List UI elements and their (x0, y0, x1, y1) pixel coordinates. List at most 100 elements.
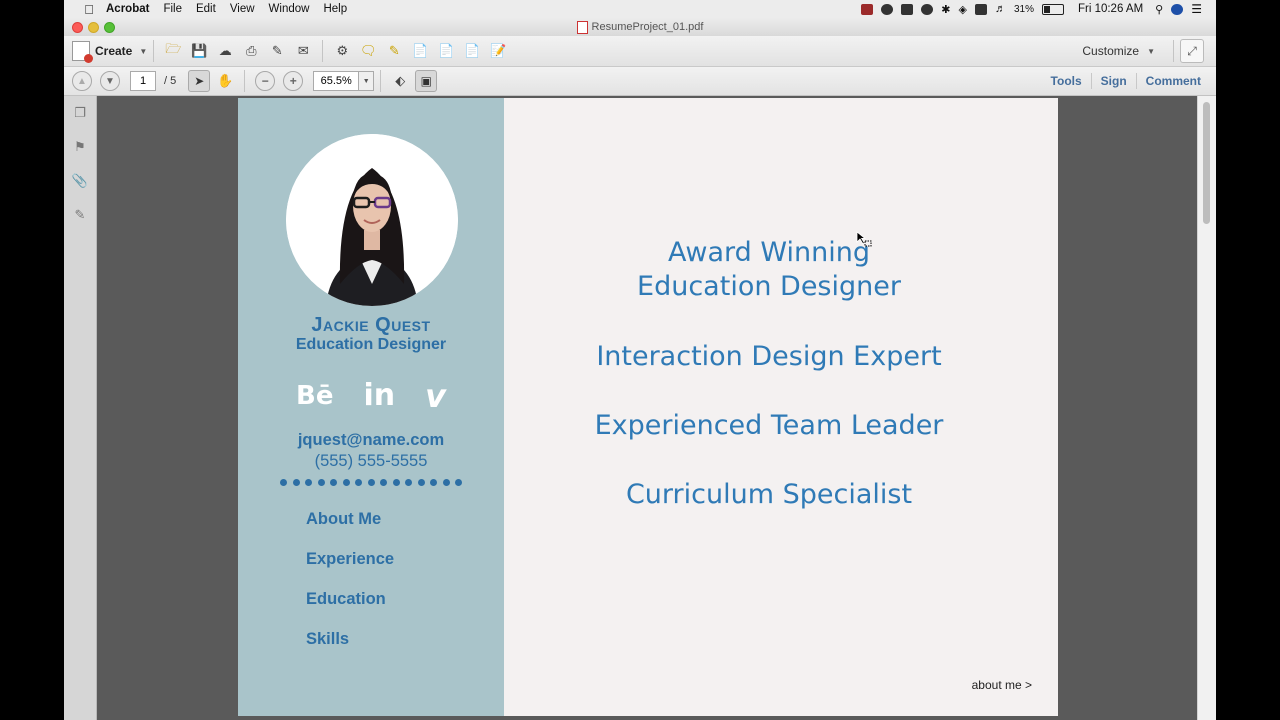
previous-page-icon[interactable]: ▲ (72, 71, 92, 91)
headline-interaction: Interaction Design Expert (596, 341, 942, 372)
chevron-down-icon: ▼ (139, 46, 148, 56)
battery-percent: 31% (1013, 3, 1034, 15)
create-button-label: Create (95, 44, 133, 58)
sign-pane-link[interactable]: Sign (1090, 73, 1136, 89)
menu-view[interactable]: View (230, 3, 255, 15)
toolbar-divider (153, 40, 155, 62)
about-me-link[interactable]: about me > (972, 678, 1032, 692)
select-tool-icon[interactable]: ➤ (188, 70, 211, 92)
title-bar: ResumeProject_01.pdf (64, 18, 1216, 36)
customize-label: Customize (1082, 44, 1140, 58)
zoom-window-button[interactable] (104, 22, 115, 33)
fit-width-icon[interactable]: ⬖ (390, 71, 410, 91)
notification-center-icon[interactable]: ☰ (1191, 2, 1202, 16)
zoom-level-input[interactable]: 65.5% (313, 71, 360, 91)
page-total: / 5 (164, 75, 177, 87)
status-display-icon[interactable] (901, 3, 914, 15)
zoom-in-icon[interactable]: + (283, 71, 304, 91)
fit-page-icon[interactable]: ▣ (415, 70, 438, 92)
signatures-icon[interactable]: ✎ (71, 206, 89, 224)
zoom-out-icon[interactable]: − (255, 71, 276, 91)
vertical-scrollbar[interactable] (1197, 96, 1216, 720)
volume-icon[interactable]: ♬ (995, 3, 1006, 15)
document-viewport[interactable]: Jackie Quest Education Designer Bē in v … (97, 96, 1198, 720)
attachments-icon[interactable]: 📎 (71, 172, 89, 190)
resume-sidebar: Jackie Quest Education Designer Bē in v … (238, 98, 504, 716)
menu-window[interactable]: Window (269, 3, 310, 15)
wifi-icon[interactable]: ◈ (958, 3, 966, 16)
apple-menu-icon[interactable]:  (82, 2, 96, 17)
spotlight-search-icon[interactable]: ⚲ (1155, 3, 1163, 16)
sign-doc-icon[interactable]: 📄 (409, 40, 431, 62)
status-creative-cloud-icon[interactable] (881, 3, 894, 15)
fill-form-icon[interactable]: 📝 (487, 40, 509, 62)
zoom-level-select[interactable]: 65.5% ▼ (313, 71, 375, 91)
expand-view-icon[interactable]: ⤢ (1180, 39, 1204, 63)
menu-edit[interactable]: Edit (196, 3, 216, 15)
menu-file[interactable]: File (163, 3, 182, 15)
page-number-input[interactable]: 1 (130, 71, 156, 91)
export-doc-icon[interactable]: 📄 (461, 40, 483, 62)
toolbar-divider (322, 40, 324, 62)
navigation-panel: ❐ ⚑ 📎 ✎ (64, 96, 97, 720)
tools-pane-link[interactable]: Tools (1042, 73, 1091, 89)
bluetooth-icon[interactable]: ✱ (941, 3, 950, 16)
vimeo-icon[interactable]: v (425, 378, 446, 414)
email-icon[interactable]: ✉ (292, 40, 314, 62)
open-folder-icon[interactable]: 🗁 (162, 40, 184, 62)
comment-pane-link[interactable]: Comment (1135, 73, 1210, 89)
toolbar-divider (380, 70, 382, 92)
page-thumbnails-icon[interactable]: ❐ (71, 104, 89, 122)
print-icon[interactable]: ⎙ (240, 40, 262, 62)
acrobat-window: ResumeProject_01.pdf Create ▼ 🗁 💾 ☁ ⎙ ✎ … (64, 18, 1216, 720)
edit-document-icon[interactable]: ✎ (266, 40, 288, 62)
minimize-window-button[interactable] (88, 22, 99, 33)
customize-dropdown[interactable]: Customize ▼ (1082, 44, 1155, 58)
linkedin-icon[interactable]: in (363, 378, 395, 414)
chevron-down-icon[interactable]: ▼ (359, 71, 375, 91)
protect-doc-icon[interactable]: 📄 (435, 40, 457, 62)
scrollbar-thumb[interactable] (1203, 102, 1210, 224)
headline-team-leader: Experienced Team Leader (594, 410, 944, 441)
next-page-icon[interactable]: ▼ (100, 71, 120, 91)
battery-icon[interactable] (1041, 3, 1064, 15)
time-machine-icon[interactable] (921, 3, 934, 15)
menu-link-skills[interactable]: Skills (306, 628, 394, 668)
toolbar-divider (1173, 40, 1174, 62)
bookmarks-icon[interactable]: ⚑ (71, 138, 89, 156)
save-icon[interactable]: 💾 (188, 40, 210, 62)
resume-content: Award Winning Education Designer Interac… (504, 98, 1058, 716)
status-app-icon[interactable] (861, 3, 874, 15)
toolbar-divider (244, 70, 246, 92)
headline-curriculum: Curriculum Specialist (625, 479, 913, 510)
headline-award: Award Winning Education Designer (504, 236, 1034, 304)
pdf-file-icon (576, 20, 588, 34)
resume-email[interactable]: jquest@name.com (238, 431, 504, 450)
close-window-button[interactable] (72, 22, 83, 33)
menu-bar:  Acrobat File Edit View Window Help ✱ ◈… (64, 0, 1216, 19)
main-toolbar: Create ▼ 🗁 💾 ☁ ⎙ ✎ ✉ ⚙ 🗨 ✎ 📄 📄 📄 📝 Custo… (64, 36, 1216, 67)
resume-phone: (555) 555-5555 (314, 452, 428, 470)
behance-icon[interactable]: Bē (296, 378, 333, 414)
create-pdf-icon (72, 41, 93, 63)
profile-photo (286, 134, 458, 306)
menu-link-about-me[interactable]: About Me (306, 508, 394, 548)
menu-help[interactable]: Help (323, 3, 347, 15)
headline-award-line2: Education Designer (637, 271, 901, 302)
menu-app-name[interactable]: Acrobat (106, 3, 149, 15)
create-button[interactable]: Create ▼ (72, 41, 148, 63)
user-account-icon[interactable] (1171, 3, 1184, 15)
menubar-clock[interactable]: Fri 10:26 AM (1078, 3, 1143, 15)
settings-gear-icon[interactable]: ⚙ (331, 40, 353, 62)
cloud-upload-icon[interactable]: ☁ (214, 40, 236, 62)
page-navigation-toolbar: ▲ ▼ 1 / 5 ➤ ✋ − + 65.5% ▼ ⬖ ▣ Tools Sign… (64, 67, 1216, 96)
pdf-page[interactable]: Jackie Quest Education Designer Bē in v … (238, 98, 1058, 716)
airplay-icon[interactable] (974, 3, 987, 15)
resume-menu: About Me Experience Education Skills (306, 508, 394, 668)
comment-bubble-icon[interactable]: 🗨 (357, 40, 379, 62)
resume-name: Jackie Quest (311, 314, 431, 336)
menu-link-education[interactable]: Education (306, 588, 394, 628)
hand-tool-icon[interactable]: ✋ (215, 71, 235, 91)
menu-link-experience[interactable]: Experience (306, 548, 394, 588)
highlight-icon[interactable]: ✎ (383, 40, 405, 62)
